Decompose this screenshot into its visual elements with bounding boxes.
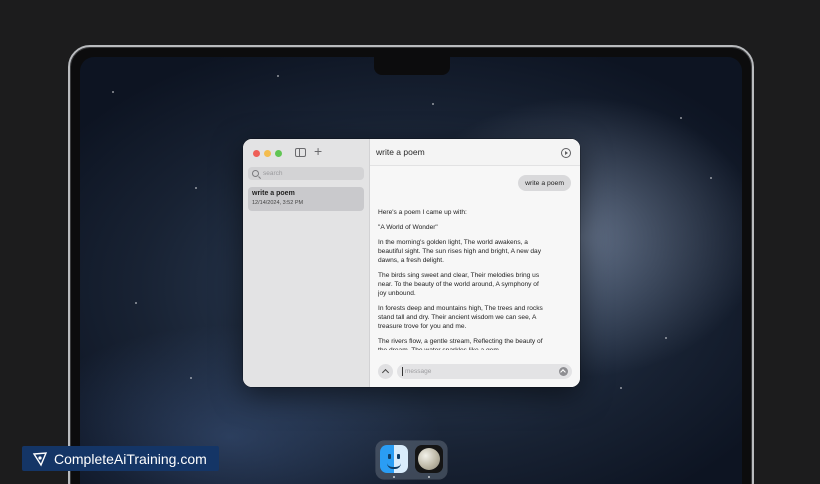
conversation-title: write a poem [376, 147, 425, 157]
sparkle-logo-icon [32, 451, 48, 467]
search-field[interactable] [248, 167, 364, 180]
close-button[interactable] [253, 150, 260, 157]
message-input[interactable] [405, 367, 535, 375]
play-circle-icon[interactable] [561, 148, 571, 158]
minimize-button[interactable] [264, 150, 271, 157]
chat-list-item[interactable]: write a poem 12/14/2024, 3:52 PM [248, 187, 364, 211]
chat-item-date: 12/14/2024, 3:52 PM [252, 200, 304, 206]
response-paragraph: Here's a poem I came up with: [378, 209, 467, 216]
user-message-bubble: write a poem [518, 175, 571, 191]
finder-icon[interactable] [380, 445, 408, 473]
search-input[interactable] [263, 170, 353, 177]
conversation-header: write a poem [370, 139, 580, 166]
response-paragraph: The birds sing sweet and clear, Their me… [378, 272, 540, 297]
search-icon [252, 170, 259, 177]
chat-app-window: + write a poem 12/14/2024, 3:52 PM write… [243, 139, 580, 387]
assistant-response: Here's a poem I came up with: "A World o… [378, 208, 546, 350]
watermark-banner: CompleteAiTraining.com [22, 446, 219, 471]
message-composer [378, 363, 572, 379]
chevron-up-icon[interactable] [378, 363, 393, 379]
new-chat-button[interactable]: + [314, 144, 322, 158]
conversation-pane: write a poem write a poem Here's a poem … [370, 139, 580, 387]
dock [376, 441, 447, 479]
sidebar-toggle-icon[interactable] [295, 148, 306, 157]
dock-running-indicator [393, 476, 395, 478]
response-paragraph: In the morning's golden light, The world… [378, 239, 541, 264]
response-paragraph: In forests deep and mountains high, The … [378, 305, 543, 330]
dock-running-indicator [428, 476, 430, 478]
response-paragraph: "A World of Wonder" [378, 224, 438, 231]
message-field[interactable] [397, 363, 572, 379]
camera-notch [374, 57, 450, 75]
response-paragraph: The rivers flow, a gentle stream, Reflec… [378, 338, 543, 350]
send-arrow-icon[interactable] [559, 366, 568, 376]
zoom-button[interactable] [275, 150, 282, 157]
window-controls [253, 150, 282, 157]
moon-icon[interactable] [415, 445, 443, 473]
chat-item-title: write a poem [252, 190, 295, 197]
watermark-text: CompleteAiTraining.com [54, 450, 207, 467]
text-caret [402, 366, 403, 376]
sidebar: + write a poem 12/14/2024, 3:52 PM [243, 139, 370, 387]
